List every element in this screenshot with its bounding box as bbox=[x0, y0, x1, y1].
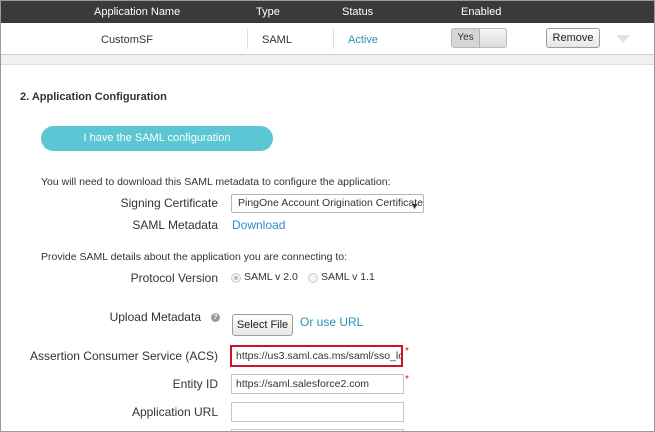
download-instructions: You will need to download this SAML meta… bbox=[41, 176, 391, 188]
have-saml-configuration-button[interactable]: I have the SAML configuration bbox=[41, 126, 273, 151]
signing-certificate-select[interactable]: PingOne Account Origination Certificate … bbox=[231, 194, 424, 213]
required-marker: * bbox=[405, 374, 409, 385]
protocol-version-label: Protocol Version bbox=[130, 271, 218, 285]
chevron-down-icon: ▼ bbox=[410, 201, 419, 211]
column-header-status: Status bbox=[342, 6, 374, 18]
enabled-toggle-label: Yes bbox=[452, 29, 480, 47]
column-header-application-name: Application Name bbox=[94, 6, 181, 18]
acs-input[interactable]: https://us3.saml.cas.ms/saml/sso_login bbox=[230, 345, 403, 367]
application-url-label: Application URL bbox=[131, 405, 218, 419]
protocol-saml-2-radio[interactable] bbox=[231, 273, 241, 283]
section-divider bbox=[1, 55, 654, 65]
select-file-button[interactable]: Select File bbox=[232, 314, 293, 336]
page-frame: Application Name Type Status Enabled Cus… bbox=[0, 0, 655, 432]
acs-label: Assertion Consumer Service (ACS) bbox=[29, 349, 218, 363]
applications-table-header: Application Name Type Status Enabled bbox=[1, 1, 654, 23]
protocol-saml-2-label: SAML v 2.0 bbox=[244, 271, 298, 283]
application-name-cell: CustomSF bbox=[101, 34, 153, 46]
application-type-cell: SAML bbox=[262, 34, 292, 46]
enabled-toggle[interactable]: Yes bbox=[451, 28, 507, 48]
column-header-type: Type bbox=[256, 6, 280, 18]
help-icon[interactable]: ? bbox=[211, 313, 220, 322]
saml-metadata-label: SAML Metadata bbox=[132, 218, 218, 232]
protocol-saml-1-label: SAML v 1.1 bbox=[321, 271, 375, 283]
chevron-down-icon[interactable] bbox=[616, 35, 630, 43]
entity-id-input[interactable]: https://saml.salesforce2.com bbox=[231, 374, 404, 394]
required-marker: * bbox=[405, 346, 409, 357]
remove-button[interactable]: Remove bbox=[546, 28, 600, 48]
use-url-link[interactable]: Or use URL bbox=[300, 315, 363, 329]
provide-details-instructions: Provide SAML details about the applicati… bbox=[41, 251, 348, 263]
application-status-link[interactable]: Active bbox=[348, 34, 378, 46]
column-header-enabled: Enabled bbox=[461, 6, 502, 18]
signing-certificate-value: PingOne Account Origination Certificate bbox=[238, 197, 424, 209]
table-row[interactable]: CustomSF SAML Active Yes Remove bbox=[1, 23, 654, 55]
entity-id-label: Entity ID bbox=[172, 377, 218, 391]
section-title: 2. Application Configuration bbox=[20, 91, 167, 103]
column-divider bbox=[247, 29, 248, 49]
download-metadata-link[interactable]: Download bbox=[232, 218, 285, 232]
application-url-input[interactable] bbox=[231, 402, 404, 422]
protocol-saml-1-radio[interactable] bbox=[308, 273, 318, 283]
signing-certificate-label: Signing Certificate bbox=[120, 196, 218, 210]
upload-metadata-label: Upload Metadata bbox=[109, 310, 201, 324]
column-divider bbox=[333, 29, 334, 49]
